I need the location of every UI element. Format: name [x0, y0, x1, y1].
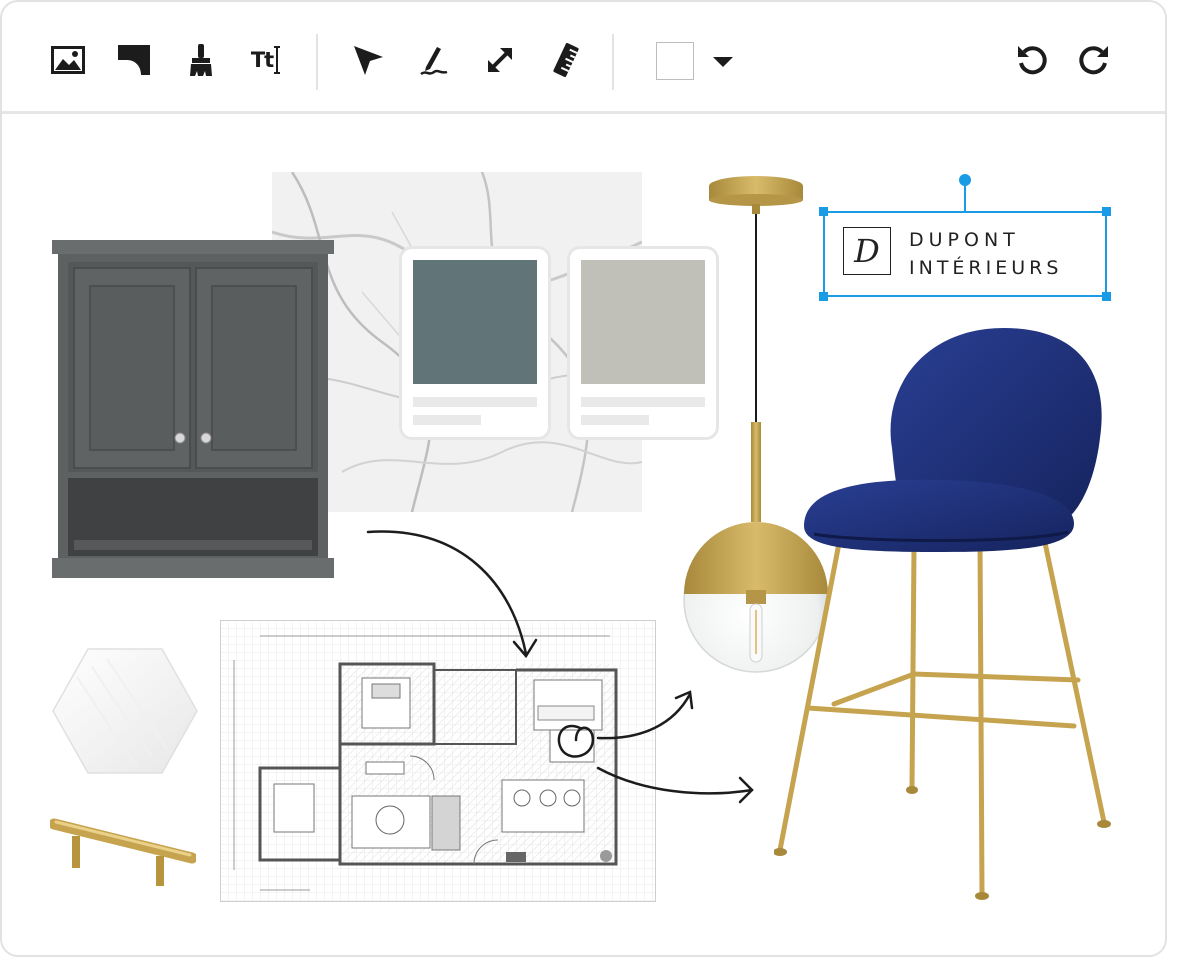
toolbar-divider — [612, 34, 614, 90]
arrow-cabinet-to-plan[interactable] — [366, 530, 528, 656]
arrow-plan-to-stool[interactable] — [596, 766, 754, 795]
fill-color-swatch[interactable] — [656, 42, 694, 80]
undo-icon — [1018, 46, 1047, 75]
pointer-icon — [354, 46, 383, 75]
color-dropdown-button[interactable] — [710, 52, 736, 72]
scribble-circle[interactable] — [557, 724, 595, 758]
brush-tool-button[interactable] — [180, 40, 220, 80]
toolbar-divider — [316, 34, 318, 90]
annotation-layer — [366, 530, 754, 804]
measure-tool-button[interactable] — [546, 40, 586, 80]
pen-tool-button[interactable] — [414, 40, 454, 80]
text-cursor-icon — [274, 46, 281, 74]
select-tool-button[interactable] — [348, 40, 388, 80]
redo-button[interactable] — [1074, 40, 1114, 80]
moodboard-editor: Tt D DUPONT INTÉRIEURS — [0, 0, 1167, 957]
toolbar: Tt — [2, 2, 1165, 114]
undo-button[interactable] — [1012, 40, 1052, 80]
image-tool-button[interactable] — [48, 40, 88, 80]
text-icon: Tt — [250, 48, 274, 72]
resize-tool-button[interactable] — [480, 40, 520, 80]
moodboard-canvas[interactable]: D DUPONT INTÉRIEURS — [2, 114, 1165, 955]
text-tool-button[interactable]: Tt — [246, 40, 286, 80]
pen-icon — [420, 47, 448, 76]
image-icon — [51, 46, 85, 74]
caret-down-icon — [713, 57, 733, 67]
resize-icon — [488, 48, 512, 72]
arrow-plan-to-light[interactable] — [596, 692, 692, 740]
brush-icon — [190, 44, 212, 76]
redo-icon — [1079, 46, 1108, 75]
ruler-icon — [553, 43, 579, 77]
shape-icon — [118, 45, 150, 75]
shape-tool-button[interactable] — [114, 40, 154, 80]
